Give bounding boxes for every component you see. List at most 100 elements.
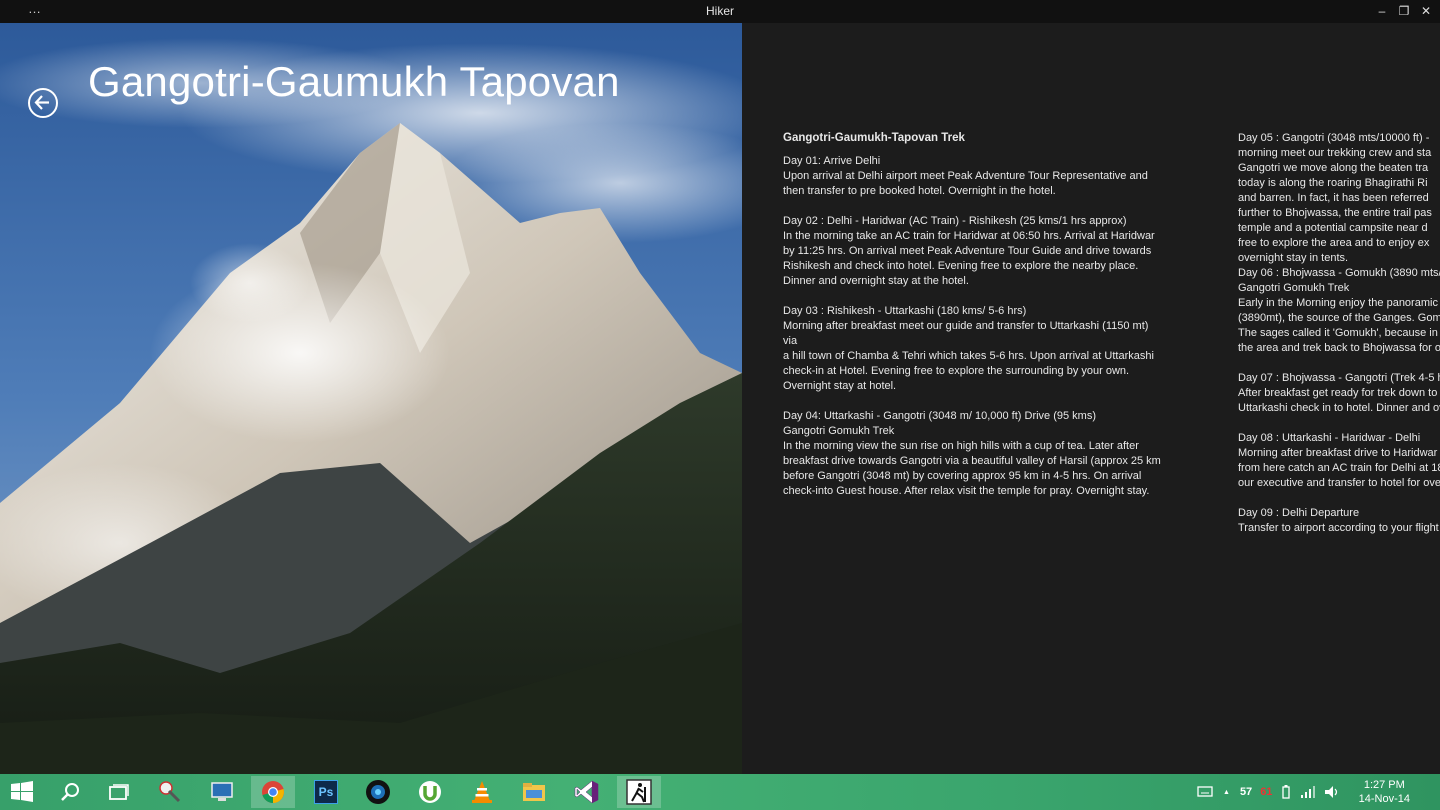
day-title: Day 04: Uttarkashi - Gangotri (3048 m/ 1… [783, 410, 1097, 422]
day-description-line: Dinner and overnight stay at the hotel. [783, 275, 969, 287]
volume-icon[interactable] [1324, 785, 1340, 799]
file-explorer-button[interactable] [512, 776, 556, 808]
minimize-button[interactable]: ‒ [1371, 1, 1393, 21]
day-description-line: Overnight stay at hotel. [783, 380, 897, 392]
day-description-line: Transfer to airport according to your fl… [1238, 522, 1439, 534]
vlc-button[interactable] [460, 776, 504, 808]
day-description-line: The sages called it 'Gomukh', because in… [1238, 327, 1440, 339]
day-description-line: further to Bhojwassa, the entire trail p… [1238, 207, 1432, 219]
snipping-tool-button[interactable] [148, 776, 192, 808]
day-description-line: In the morning view the sun rise on high… [783, 440, 1139, 452]
visual-studio-button[interactable] [565, 776, 609, 808]
back-arrow-icon [34, 95, 49, 110]
itinerary-day: Day 03 : Rishikesh - Uttarkashi (180 kms… [783, 304, 1163, 394]
day-title: Day 03 : Rishikesh - Uttarkashi (180 kms… [783, 305, 1027, 317]
day-description-line: Gangotri we move along the beaten tra [1238, 162, 1429, 174]
camera-app-button[interactable] [356, 776, 400, 808]
start-button[interactable] [0, 776, 44, 808]
window-title-bar: … Hiker ‒ ❐ ✕ [0, 0, 1440, 23]
tray-counter-2[interactable]: 61 [1260, 786, 1272, 798]
page-title: Gangotri-Gaumukh Tapovan [88, 58, 620, 105]
day-title: Day 02 : Delhi - Haridwar (AC Train) - R… [783, 215, 1127, 227]
snipping-tool-icon [159, 781, 181, 803]
photoshop-label: Ps [318, 785, 334, 799]
day-description-line: then transfer to pre booked hotel. Overn… [783, 185, 1056, 197]
itinerary-day: Day 02 : Delhi - Haridwar (AC Train) - R… [783, 214, 1163, 289]
day-description-line: Rishikesh and check into hotel. Evening … [783, 260, 1139, 272]
itinerary-panel: Gangotri-Gaumukh-Tapovan Trek Day 01: Ar… [742, 23, 1440, 774]
photoshop-icon: Ps [314, 780, 338, 804]
hero-image: Gangotri-Gaumukh Tapovan [0, 23, 742, 774]
itinerary-day: Day 06 : Bhojwassa - Gomukh (3890 mts/12… [1238, 266, 1440, 356]
photoshop-button[interactable]: Ps [304, 776, 348, 808]
itinerary-day: Day 09 : Delhi Departure Transfer to airp… [1238, 506, 1440, 536]
day-description-line: before Gangotri (3048 mt) by covering ap… [783, 470, 1142, 482]
day-description-line: Upon arrival at Delhi airport meet Peak … [783, 170, 1148, 182]
day-description-line: Gangotri Gomukh Trek [1238, 282, 1350, 294]
network-signal-icon[interactable] [1300, 785, 1316, 799]
itinerary-day: Day 01: Arrive Delhi Upon arrival at Delh… [783, 154, 1163, 199]
utorrent-icon [419, 781, 441, 803]
show-hidden-icons-button[interactable]: ▲ [1223, 789, 1230, 796]
close-button[interactable]: ✕ [1415, 1, 1437, 21]
day-description-line: free to explore the area and to enjoy ex [1238, 237, 1430, 249]
clock[interactable]: 1:27 PM 14-Nov-14 [1359, 778, 1410, 806]
day-description-line: Gangotri Gomukh Trek [783, 425, 895, 437]
itinerary-day: Day 04: Uttarkashi - Gangotri (3048 m/ 1… [783, 409, 1163, 499]
window-title: Hiker [705, 4, 734, 18]
day-description-line: Uttarkashi check in to hotel. Dinner and… [1238, 402, 1440, 414]
day-description-line: (3890mt), the source of the Ganges. Gomu [1238, 312, 1440, 324]
utorrent-button[interactable] [408, 776, 452, 808]
day-description-line: After breakfast get ready for trek down … [1238, 387, 1440, 399]
day-description-line: breakfast drive towards Gangotri via a b… [783, 455, 1161, 467]
start-icon [11, 781, 33, 802]
day-description-line: Morning after breakfast meet our guide a… [783, 320, 1149, 347]
day-description-line: and barren. In fact, it has been referre… [1238, 192, 1429, 204]
itinerary-day: Day 05 : Gangotri (3048 mts/10000 ft) - m… [1238, 131, 1440, 266]
taskbar: Ps ▲ 57 61 1:27 PM 14-Nov-14 [0, 774, 1440, 810]
day-description-line: In the morning take an AC train for Hari… [783, 230, 1155, 242]
camera-app-icon [366, 780, 390, 804]
file-explorer-icon [523, 783, 545, 801]
back-button[interactable] [28, 88, 58, 118]
battery-icon[interactable] [1280, 784, 1292, 800]
system-tray: ▲ 57 61 [1197, 774, 1340, 810]
day-description-line: overnight stay in tents. [1238, 252, 1349, 264]
day-title: Day 06 : Bhojwassa - Gomukh (3890 mts/12 [1238, 267, 1440, 279]
day-description-line: Morning after breakfast drive to Haridwa… [1238, 447, 1440, 459]
hiker-app-button[interactable] [617, 776, 661, 808]
day-description-line: the area and trek back to Bhojwassa for … [1238, 342, 1440, 354]
day-title: Day 05 : Gangotri (3048 mts/10000 ft) - [1238, 132, 1430, 144]
day-description-line: by 11:25 hrs. On arrival meet Peak Adven… [783, 245, 1152, 257]
day-title: Day 07 : Bhojwassa - Gangotri (Trek 4-5 … [1238, 372, 1440, 384]
remote-desktop-icon [211, 782, 233, 801]
task-view-button[interactable] [97, 776, 141, 808]
day-description-line: our executive and transfer to hotel for … [1238, 477, 1440, 489]
clock-time: 1:27 PM [1363, 779, 1405, 791]
search-button[interactable] [48, 776, 92, 808]
clock-date: 14-Nov-14 [1358, 793, 1410, 805]
tray-counter-1[interactable]: 57 [1240, 786, 1252, 798]
hiker-app-icon [626, 779, 652, 805]
visual-studio-icon [574, 780, 599, 804]
day-description-line: morning meet our trekking crew and sta [1238, 147, 1432, 159]
restore-button[interactable]: ❐ [1393, 1, 1415, 21]
chrome-icon [262, 781, 284, 803]
itinerary-day: Day 08 : Uttarkashi - Haridwar - Delhi Mo… [1238, 431, 1440, 491]
remote-desktop-button[interactable] [200, 776, 244, 808]
search-icon [61, 783, 79, 801]
day-title: Day 09 : Delhi Departure [1238, 507, 1360, 519]
task-view-icon [109, 784, 129, 800]
day-title: Day 01: Arrive Delhi [783, 155, 881, 167]
vlc-icon [472, 781, 492, 803]
day-description-line: check-in at Hotel. Evening free to explo… [783, 365, 1130, 377]
itinerary-heading: Gangotri-Gaumukh-Tapovan Trek [783, 132, 965, 144]
chrome-button[interactable] [251, 776, 295, 808]
day-description-line: from here catch an AC train for Delhi at… [1238, 462, 1440, 474]
itinerary-column-2: Day 05 : Gangotri (3048 mts/10000 ft) - m… [1238, 131, 1440, 551]
day-description-line: Early in the Morning enjoy the panoramic… [1238, 297, 1440, 309]
day-description-line: a hill town of Chamba & Tehri which take… [783, 350, 1154, 362]
itinerary-day: Day 07 : Bhojwassa - Gangotri (Trek 4-5 … [1238, 371, 1440, 416]
keyboard-icon[interactable] [1197, 785, 1213, 799]
mountain-photo [0, 23, 742, 774]
